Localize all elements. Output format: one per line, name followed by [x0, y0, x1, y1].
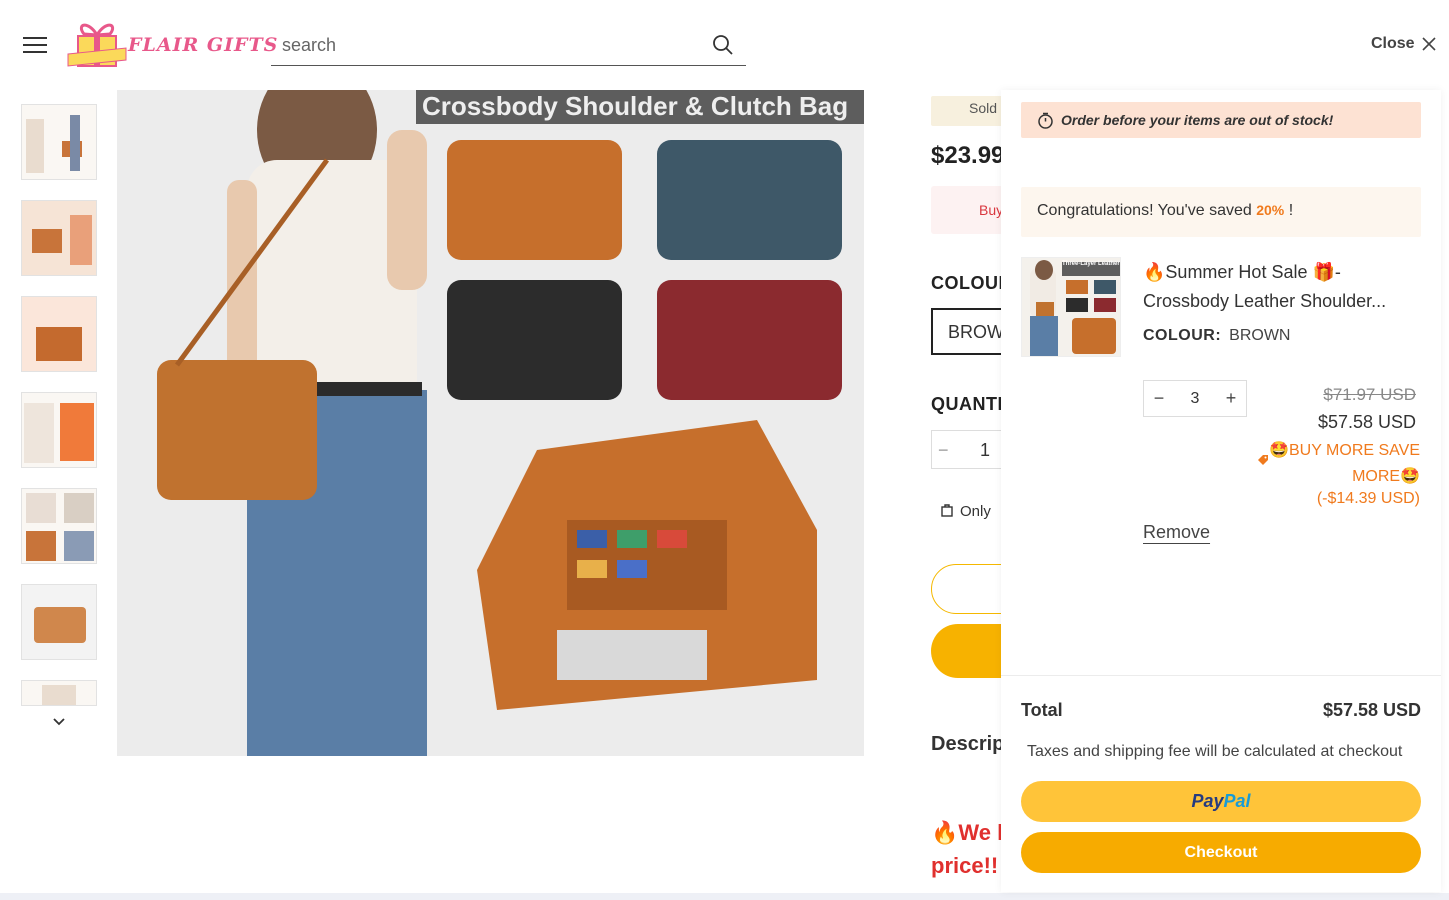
cart-item-title-line2: Crossbody Leather Shoulder...: [1143, 291, 1387, 311]
checkout-button[interactable]: Checkout: [1021, 832, 1421, 873]
site-header: FLAIR GIFTS: [0, 0, 1449, 90]
thumbnail-image: [22, 297, 96, 371]
promo-text: 🔥We h price!!: [931, 816, 1011, 882]
cart-item-thumb-caption: Three-Layer Leather: [1062, 261, 1120, 267]
search-input[interactable]: [282, 32, 682, 58]
thumbnail-image: [24, 403, 94, 463]
increase-quantity-button[interactable]: +: [1216, 388, 1246, 409]
chevron-down-icon[interactable]: [51, 714, 67, 730]
savings-percent: 20%: [1256, 202, 1285, 218]
buy-more-save-more: 🤩BUY MORE SAVE MORE🤩: [1257, 438, 1420, 490]
quantity-value: 1: [980, 440, 991, 460]
image-banner-text: Crossbody Shoulder & Clutch Bag: [416, 90, 864, 124]
cart-item-photo: [1022, 258, 1120, 356]
total-label: Total: [1021, 700, 1063, 720]
fire-icon: 🔥: [1143, 262, 1166, 282]
description-heading: Descrip: [931, 733, 1005, 755]
fire-icon: 🔥: [931, 820, 959, 845]
cart-item-title-dash: -: [1334, 262, 1341, 282]
hamburger-icon[interactable]: [23, 37, 47, 55]
thumbnail-image: [22, 201, 96, 275]
cart-item-title[interactable]: 🔥Summer Hot Sale 🎁- Crossbody Leather Sh…: [1143, 258, 1418, 316]
search-bar: [271, 26, 746, 66]
cart-item-image[interactable]: Three-Layer Leather: [1021, 257, 1121, 357]
drawer-divider: [1001, 675, 1441, 676]
total-value: $57.58 USD: [1322, 700, 1421, 720]
decrease-quantity-button[interactable]: −: [1144, 388, 1174, 409]
bag-icon: [941, 504, 953, 517]
star-eyes-emoji-icon: 🤩: [1269, 442, 1289, 459]
cart-item-title-line1: Summer Hot Sale: [1165, 262, 1308, 282]
product-thumbnail[interactable]: [21, 488, 97, 564]
stock-note-text: Only: [960, 503, 991, 520]
cart-item-colour-value: BROWN: [1229, 327, 1291, 344]
site-logo[interactable]: FLAIR GIFTS: [66, 14, 277, 74]
product-photo: [117, 90, 864, 756]
search-icon[interactable]: [712, 34, 734, 56]
colour-option[interactable]: BROW: [931, 308, 1011, 355]
paypal-logo-pay: Pay: [1191, 791, 1224, 811]
remove-item-link[interactable]: Remove: [1143, 522, 1210, 543]
product-price: $23.99: [931, 142, 1005, 169]
close-label: Close: [1371, 35, 1415, 52]
quantity-label: QUANTI: [931, 394, 1003, 414]
product-main-image[interactable]: Crossbody Shoulder & Clutch Bag: [117, 90, 864, 756]
cart-item-variant: COLOUR: BROWN: [1143, 327, 1290, 345]
buy-badge-text: Buy: [979, 202, 1004, 218]
product-thumbnail[interactable]: [21, 200, 97, 276]
page-bottom-strip: [0, 893, 1449, 900]
sold-text: Sold: [969, 100, 998, 116]
gift-icon: 🎁: [1312, 262, 1335, 282]
quantity-stepper: − 3 +: [1143, 380, 1247, 417]
stock-warning-text: Order before your items are out of stock…: [1061, 112, 1334, 128]
product-thumbnails: [21, 104, 97, 726]
thumbnail-image: [26, 115, 82, 173]
tax-note: Taxes and shipping fee will be calculate…: [1027, 743, 1403, 760]
discounted-price: $57.58 USD: [1317, 412, 1416, 432]
gift-logo-icon: [67, 23, 127, 67]
quantity-value[interactable]: 3: [1174, 390, 1216, 408]
savings-prefix: Congratulations! You've saved: [1037, 202, 1257, 219]
cart-item-colour-label: COLOUR:: [1143, 327, 1222, 344]
colour-label: COLOUR: [931, 273, 1012, 293]
product-thumbnail[interactable]: [21, 680, 97, 706]
paypal-logo-pal: Pal: [1223, 791, 1251, 811]
product-thumbnail[interactable]: [21, 392, 97, 468]
star-eyes-emoji-icon: 🤩: [1400, 468, 1420, 485]
product-thumbnail[interactable]: [21, 104, 97, 180]
stock-warning-banner: Order before your items are out of stock…: [1021, 102, 1421, 138]
cart-drawer: Order before your items are out of stock…: [1001, 90, 1441, 892]
thumbnail-image: [26, 493, 94, 561]
savings-banner: Congratulations! You've saved 20% !: [1021, 187, 1421, 237]
original-price: $71.97 USD: [1323, 385, 1416, 404]
product-thumbnail[interactable]: [21, 584, 97, 660]
savings-suffix: !: [1284, 202, 1294, 219]
quantity-minus-button[interactable]: −: [938, 440, 949, 461]
savings-amount: (-$14.39 USD): [1316, 490, 1420, 507]
thumbnail-image: [42, 685, 76, 705]
timer-icon: [1038, 112, 1053, 129]
sold-badge: Sold: [931, 96, 1011, 126]
quantity-stepper[interactable]: − 1: [931, 430, 1011, 469]
thumbnail-image: [22, 585, 96, 659]
close-cart-button[interactable]: Close: [1371, 35, 1437, 53]
stock-note: Only: [940, 503, 991, 520]
buy-more-badge: Buy: [931, 186, 1011, 234]
logo-text: FLAIR GIFTS: [128, 34, 279, 56]
close-icon: [1422, 37, 1436, 51]
product-thumbnail[interactable]: [21, 296, 97, 372]
paypal-button[interactable]: Pay Pal: [1021, 781, 1421, 822]
promo-text-line2: price!!: [931, 853, 999, 878]
